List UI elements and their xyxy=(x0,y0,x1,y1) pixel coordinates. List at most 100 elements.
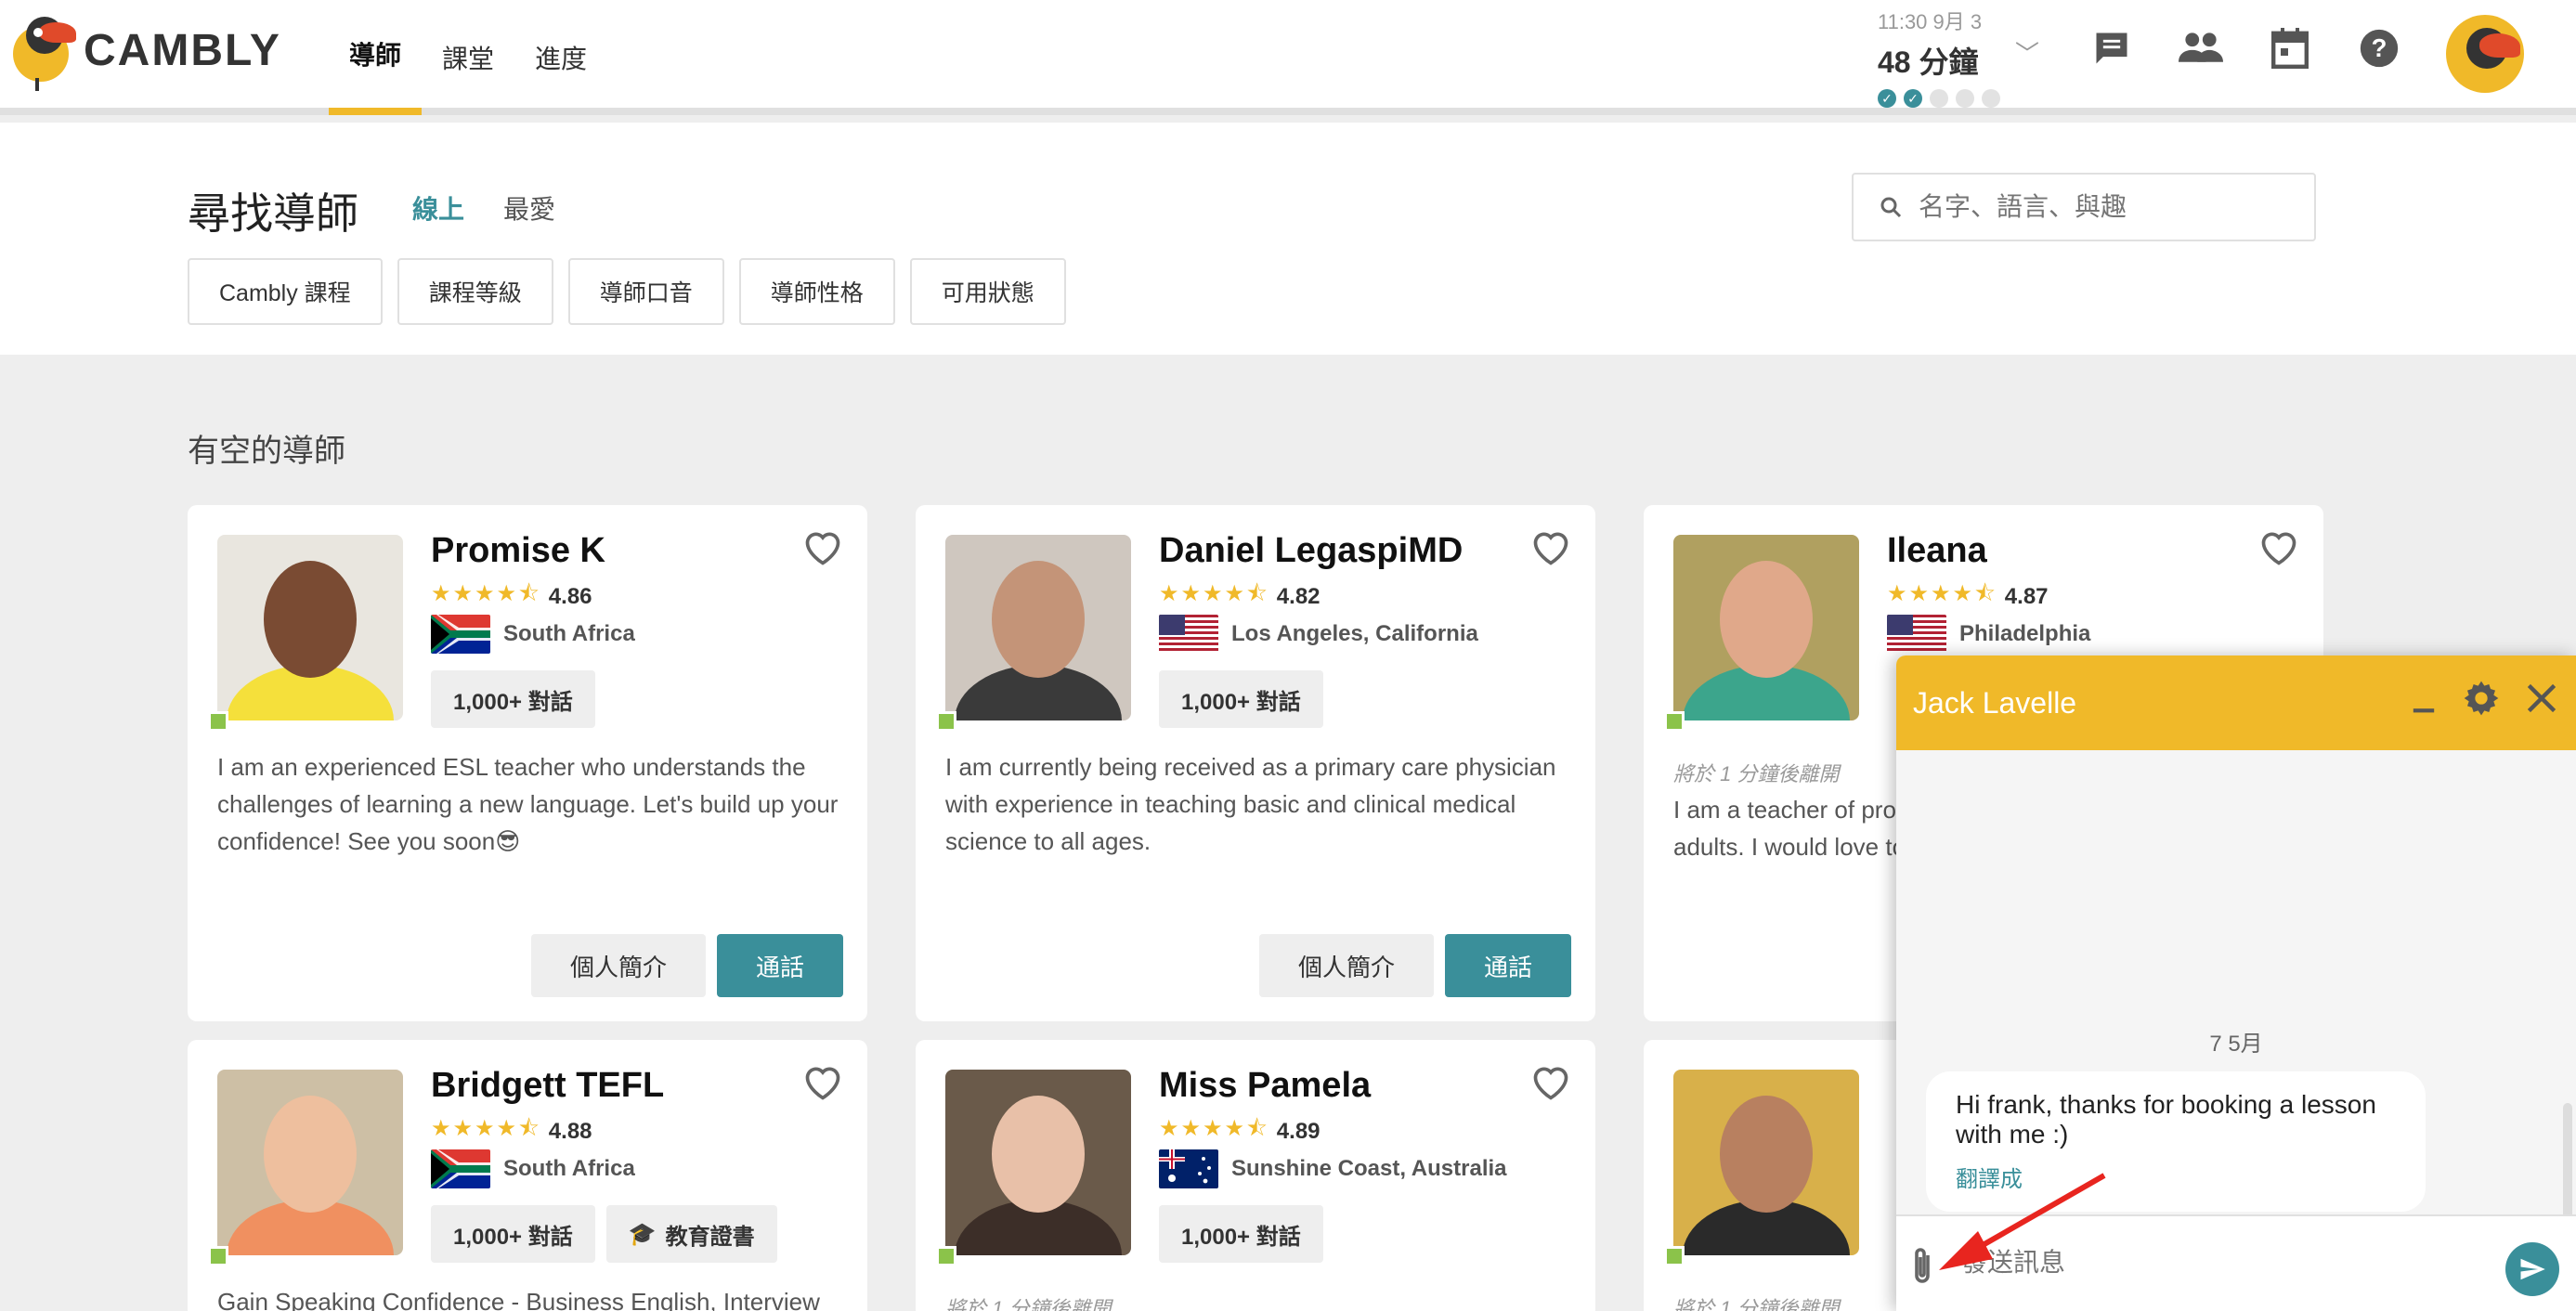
progress-dot-done: ✓ xyxy=(1878,89,1896,108)
cambly-logo[interactable]: CAMBLY xyxy=(7,13,281,91)
chip-cambly-courses[interactable]: Cambly 課程 xyxy=(188,258,383,325)
close-icon[interactable] xyxy=(2526,682,2557,714)
tutor-location: South Africa xyxy=(431,615,635,654)
search-input[interactable] xyxy=(1919,192,2309,222)
tutor-card[interactable]: Bridgett TEFL ★★★★⯪ 4.88 South Africa 1,0… xyxy=(188,1040,867,1311)
favorite-heart-icon[interactable] xyxy=(1530,1062,1571,1103)
tutor-card[interactable]: Promise K ★★★★⯪ 4.86 South Africa 1,000+ … xyxy=(188,505,867,1021)
search-header: 尋找導師 線上 最愛 Cambly 課程 課程等級 導師口音 導師性格 可用狀態 xyxy=(0,123,2576,355)
chip-course-level[interactable]: 課程等級 xyxy=(397,258,553,325)
tutor-name[interactable]: Daniel LegaspiMD xyxy=(1159,531,1463,571)
chip-tutor-personality[interactable]: 導師性格 xyxy=(738,258,895,325)
location-text: Los Angeles, California xyxy=(1231,621,1478,646)
filter-favorites-tab[interactable]: 最愛 xyxy=(503,189,555,227)
chat-messages[interactable]: 7 5月 Hi frank, thanks for booking a less… xyxy=(1896,750,2576,1307)
tutor-badges: 1,000+ 對話 🎓 教育證書 xyxy=(431,1205,777,1263)
svg-text:?: ? xyxy=(2372,33,2387,62)
tab-tutors[interactable]: 導師 xyxy=(329,0,423,115)
minutes-widget[interactable]: 11:30 9月 3 48 分鐘 ✓ ✓ xyxy=(1878,6,2026,108)
us-flag-icon xyxy=(1887,615,1946,654)
chat-title: Jack Lavelle xyxy=(1913,685,2077,720)
tutor-rating: ★★★★⯪ 4.87 xyxy=(1887,578,2049,616)
tutor-card[interactable]: Daniel LegaspiMD ★★★★⯪ 4.82 Los Angeles, … xyxy=(916,505,1595,1021)
help-icon[interactable]: ? xyxy=(2357,26,2401,71)
minimize-icon[interactable] xyxy=(2411,682,2437,714)
gear-icon[interactable] xyxy=(2463,680,2500,717)
tutor-photo[interactable] xyxy=(217,1070,403,1255)
send-icon xyxy=(2520,1258,2545,1280)
chat-date: 7 5月 xyxy=(2209,1032,2263,1057)
tutor-photo[interactable] xyxy=(945,535,1131,720)
tutor-rating: ★★★★⯪ 4.88 xyxy=(431,1112,592,1150)
star-rating-icon: ★★★★⯪ xyxy=(431,1116,541,1141)
message-text: Hi frank, thanks for booking a lesson wi… xyxy=(1956,1090,2376,1149)
send-button[interactable] xyxy=(2505,1242,2559,1296)
paperclip-icon[interactable] xyxy=(1906,1244,1939,1289)
favorite-heart-icon[interactable] xyxy=(802,1062,843,1103)
search-box[interactable] xyxy=(1852,173,2316,241)
profile-button[interactable]: 個人簡介 xyxy=(1258,934,1434,997)
za-flag-icon xyxy=(431,615,490,654)
tutor-location: Los Angeles, California xyxy=(1159,615,1478,654)
tab-classes[interactable]: 課堂 xyxy=(422,0,514,115)
rating-value: 4.88 xyxy=(548,1118,592,1144)
progress-dot xyxy=(1982,89,2000,108)
rating-value: 4.86 xyxy=(548,583,592,609)
tutor-badge: 1,000+ 對話 xyxy=(431,670,595,728)
favorite-heart-icon[interactable] xyxy=(802,527,843,568)
tutor-photo[interactable] xyxy=(945,1070,1131,1255)
star-rating-icon: ★★★★⯪ xyxy=(1159,1116,1269,1141)
tutor-name[interactable]: Ileana xyxy=(1887,531,1987,571)
filter-online-tab[interactable]: 線上 xyxy=(412,189,464,227)
chevron-down-icon[interactable]: ﹀ xyxy=(2015,35,2039,70)
chat-controls xyxy=(2411,680,2557,717)
tutor-card[interactable]: Miss Pamela ★★★★⯪ 4.89 Sunshine Coast, Au… xyxy=(916,1040,1595,1311)
chip-availability[interactable]: 可用狀態 xyxy=(909,258,1066,325)
tutor-badges: 1,000+ 對話 xyxy=(1159,1205,1323,1263)
online-status-indicator xyxy=(936,711,956,732)
tutor-badges: 1,000+ 對話 xyxy=(431,670,595,728)
search-icon xyxy=(1880,197,1902,218)
online-status-indicator xyxy=(1664,1246,1685,1266)
tab-progress[interactable]: 進度 xyxy=(514,0,607,115)
leaving-soon-text: 將於 1 分鐘後離開 xyxy=(1673,762,1840,785)
tutor-badge: 🎓 教育證書 xyxy=(605,1205,777,1263)
rating-value: 4.82 xyxy=(1276,583,1321,609)
tutor-name[interactable]: Bridgett TEFL xyxy=(431,1066,664,1106)
tutor-badges: 1,000+ 對話 xyxy=(1159,670,1323,728)
tutor-location: South Africa xyxy=(431,1149,635,1188)
chat-icon[interactable] xyxy=(2089,26,2134,71)
online-status-indicator xyxy=(1664,711,1685,732)
au-flag-icon xyxy=(1159,1149,1218,1188)
tutor-name[interactable]: Promise K xyxy=(431,531,605,571)
card-actions: 個人簡介 通話 xyxy=(1258,934,1571,997)
calendar-icon[interactable] xyxy=(2268,26,2312,71)
location-text: Philadelphia xyxy=(1959,621,2091,646)
profile-button[interactable]: 個人簡介 xyxy=(530,934,706,997)
page-title: 尋找導師 xyxy=(188,189,358,238)
tutor-photo[interactable] xyxy=(217,535,403,720)
profile-avatar[interactable] xyxy=(2446,15,2524,93)
people-icon[interactable] xyxy=(2179,26,2223,71)
tutor-rating: ★★★★⯪ 4.89 xyxy=(1159,1112,1321,1150)
tutor-bio: I am an experienced ESL teacher who unde… xyxy=(217,753,839,855)
leaving-soon-text: 將於 1 分鐘後離開 xyxy=(1673,1297,1840,1311)
chip-tutor-accent[interactable]: 導師口音 xyxy=(567,258,724,325)
star-rating-icon: ★★★★⯪ xyxy=(431,581,541,606)
tutor-rating: ★★★★⯪ 4.82 xyxy=(1159,578,1321,616)
tutor-badge: 1,000+ 對話 xyxy=(1159,1205,1323,1263)
tutor-name[interactable]: Miss Pamela xyxy=(1159,1066,1371,1106)
progress-dot xyxy=(1956,89,1974,108)
favorite-heart-icon[interactable] xyxy=(1530,527,1571,568)
tutor-photo[interactable] xyxy=(1673,535,1859,720)
location-text: South Africa xyxy=(503,1156,635,1181)
tutor-photo[interactable] xyxy=(1673,1070,1859,1255)
call-button[interactable]: 通話 xyxy=(716,934,843,997)
favorite-heart-icon[interactable] xyxy=(2258,527,2299,568)
tutor-badge: 1,000+ 對話 xyxy=(431,1205,595,1263)
rating-value: 4.89 xyxy=(1276,1118,1321,1144)
call-button[interactable]: 通話 xyxy=(1444,934,1571,997)
filter-chips: Cambly 課程 課程等級 導師口音 導師性格 可用狀態 xyxy=(188,258,1066,325)
annotation-arrow xyxy=(1939,1173,2106,1270)
tutor-rating: ★★★★⯪ 4.86 xyxy=(431,578,592,616)
